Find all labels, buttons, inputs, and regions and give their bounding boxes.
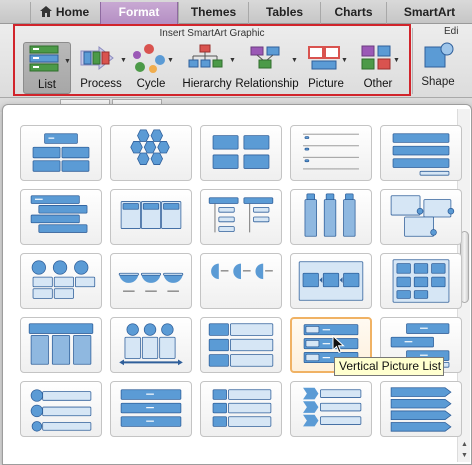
hierarchy-button[interactable]: ▼ Hierarchy — [179, 42, 236, 94]
button-label: Cycle — [136, 78, 166, 90]
chevron-down-icon: ▼ — [341, 57, 348, 64]
mouse-pointer-icon — [332, 335, 345, 354]
smartart-layout-thumbnail[interactable] — [20, 125, 102, 181]
button-label: Process — [80, 78, 122, 90]
layout-diagram — [28, 323, 94, 365]
shape-icon — [424, 42, 454, 68]
button-label: Relationship — [235, 78, 299, 90]
layout-diagram — [390, 387, 452, 432]
layout-diagram — [303, 387, 362, 427]
group-title: Insert SmartArt Graphic — [159, 28, 265, 39]
tab-label: SmartArt — [403, 5, 456, 19]
smartart-layout-thumbnail[interactable] — [200, 253, 282, 309]
tooltip: Vertical Picture List — [334, 357, 444, 376]
other-icon — [361, 45, 391, 70]
layout-diagram — [120, 201, 182, 229]
smartart-layout-thumbnail[interactable] — [380, 125, 462, 181]
relationship-button[interactable]: ▼ Relationship — [235, 42, 299, 94]
layout-diagram — [130, 129, 170, 165]
smartart-layout-thumbnail[interactable] — [20, 253, 102, 309]
button-label: Other — [363, 78, 393, 90]
chevron-down-icon: ▼ — [291, 57, 298, 64]
insert-smartart-group: Insert SmartArt Graphic ▼ List ▼ Process — [13, 24, 411, 96]
picture-button[interactable]: ▼ Picture — [303, 42, 349, 94]
smartart-layout-thumbnail[interactable] — [110, 253, 192, 309]
smartart-gallery: ▲ ▼ — [2, 104, 472, 465]
tab-smartart[interactable]: SmartArt — [386, 2, 472, 24]
hierarchy-icon — [188, 44, 223, 68]
smartart-layout-thumbnail[interactable] — [290, 125, 372, 181]
smartart-layout-thumbnail[interactable] — [110, 381, 192, 437]
chevron-down-icon: ▼ — [393, 57, 400, 64]
layout-diagram — [119, 323, 183, 366]
smartart-layout-thumbnail[interactable] — [380, 189, 462, 245]
button-label: Hierarchy — [182, 78, 232, 90]
smartart-layout-thumbnail[interactable] — [200, 317, 282, 373]
layout-diagram — [208, 197, 274, 233]
chevron-down-icon: ▼ — [120, 57, 127, 64]
button-label: Picture — [308, 78, 344, 90]
tab-format[interactable]: Format — [100, 2, 178, 24]
smartart-layout-thumbnail[interactable] — [20, 189, 102, 245]
smartart-layout-thumbnail[interactable] — [110, 317, 192, 373]
other-button[interactable]: ▼ Other — [355, 42, 401, 94]
edit-group-title: Edi — [444, 26, 459, 37]
process-button[interactable]: ▼ Process — [75, 42, 127, 94]
layout-diagram — [31, 260, 96, 299]
smartart-layout-thumbnail[interactable] — [20, 381, 102, 437]
layout-diagram — [212, 135, 270, 169]
cycle-button[interactable]: ▼ Cycle — [129, 42, 174, 94]
button-label: Shape — [421, 76, 455, 88]
process-icon — [80, 45, 114, 71]
layout-diagram — [298, 261, 364, 301]
tab-label: Format — [118, 5, 160, 19]
tab-charts[interactable]: Charts — [320, 2, 386, 24]
smartart-layout-thumbnail[interactable] — [200, 381, 282, 437]
layout-diagram — [390, 195, 455, 237]
layout-diagram — [120, 389, 182, 427]
chevron-down-icon: ▼ — [64, 58, 71, 65]
tab-label: Home — [55, 5, 90, 19]
cycle-icon — [133, 44, 165, 73]
layout-diagram — [208, 323, 274, 367]
smartart-layout-thumbnail[interactable] — [200, 189, 282, 245]
home-icon — [39, 6, 52, 17]
smartart-layout-thumbnail[interactable] — [20, 317, 102, 373]
layout-diagram — [30, 389, 92, 432]
layout-diagram — [211, 263, 273, 280]
ribbon-tab-bar: Home Format Themes Tables Charts SmartAr… — [0, 0, 472, 24]
chevron-down-icon: ▼ — [167, 57, 174, 64]
smartart-layout-thumbnail[interactable] — [200, 125, 282, 181]
tab-tables[interactable]: Tables — [248, 2, 320, 24]
tab-label: Themes — [190, 5, 237, 19]
smartart-layout-thumbnail[interactable] — [290, 253, 372, 309]
layout-diagram — [212, 389, 272, 427]
layout-diagram — [30, 195, 88, 233]
shape-button[interactable]: Shape — [413, 40, 463, 92]
list-icon — [29, 45, 59, 72]
scroll-down-icon[interactable]: ▼ — [459, 450, 470, 461]
picture-icon — [308, 46, 340, 70]
layout-diagram — [392, 259, 450, 303]
tab-label: Charts — [334, 5, 373, 19]
smartart-layout-thumbnail[interactable] — [380, 381, 462, 437]
tab-themes[interactable]: Themes — [178, 2, 248, 24]
layout-diagram — [304, 193, 356, 237]
button-label: List — [38, 79, 56, 91]
layout-diagram — [32, 133, 90, 172]
layout-diagram — [392, 133, 450, 176]
relationship-icon — [250, 46, 280, 69]
layout-diagram — [118, 272, 184, 292]
smartart-layout-thumbnail[interactable] — [110, 125, 192, 181]
scroll-up-icon[interactable]: ▲ — [459, 439, 470, 450]
tab-label: Tables — [265, 5, 304, 19]
smartart-layout-thumbnail[interactable] — [380, 253, 462, 309]
smartart-layout-thumbnail[interactable] — [290, 381, 372, 437]
list-button[interactable]: ▼ List — [23, 42, 71, 94]
smartart-layout-thumbnail[interactable] — [290, 189, 372, 245]
layout-diagram — [303, 133, 359, 170]
ribbon: Insert SmartArt Graphic ▼ List ▼ Process — [0, 24, 472, 98]
tab-home[interactable]: Home — [30, 2, 98, 24]
smartart-layout-thumbnail[interactable] — [110, 189, 192, 245]
